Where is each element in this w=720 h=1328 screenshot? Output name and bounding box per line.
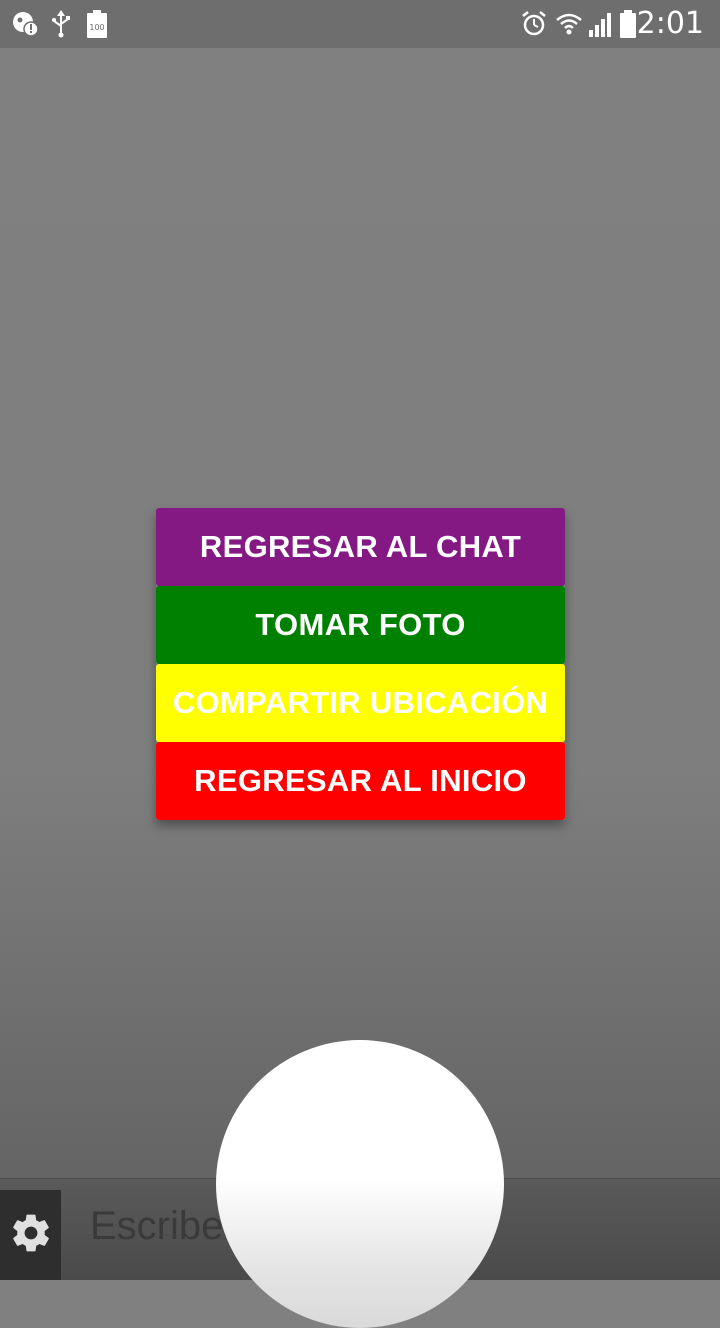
usb-icon bbox=[50, 10, 72, 38]
svg-text:100: 100 bbox=[89, 23, 104, 32]
status-time: 2:01 bbox=[636, 6, 704, 41]
share-location-button[interactable]: COMPARTIR UBICACIÓN bbox=[156, 664, 565, 742]
settings-button[interactable] bbox=[0, 1190, 61, 1280]
take-photo-label: TOMAR FOTO bbox=[255, 607, 466, 642]
take-photo-button[interactable]: TOMAR FOTO bbox=[156, 586, 565, 664]
alarm-icon bbox=[520, 10, 548, 38]
status-bar: 100 2:01 bbox=[0, 0, 720, 48]
back-to-home-button[interactable]: REGRESAR AL INICIO bbox=[156, 742, 565, 820]
back-to-chat-label: REGRESAR AL CHAT bbox=[199, 529, 522, 564]
signal-icon bbox=[587, 10, 613, 38]
back-to-home-label: REGRESAR AL INICIO bbox=[194, 763, 527, 798]
share-location-label: COMPARTIR UBICACIÓN bbox=[172, 685, 549, 720]
gear-icon bbox=[9, 1211, 53, 1260]
battery-saver-icon: 100 bbox=[86, 10, 108, 38]
back-to-chat-button[interactable]: REGRESAR AL CHAT bbox=[156, 508, 565, 586]
notification-icon bbox=[12, 10, 40, 38]
wifi-icon bbox=[555, 10, 583, 38]
battery-icon bbox=[619, 10, 637, 38]
record-button[interactable] bbox=[216, 1040, 504, 1328]
options-menu: REGRESAR AL CHAT TOMAR FOTO COMPARTIR UB… bbox=[156, 508, 565, 820]
